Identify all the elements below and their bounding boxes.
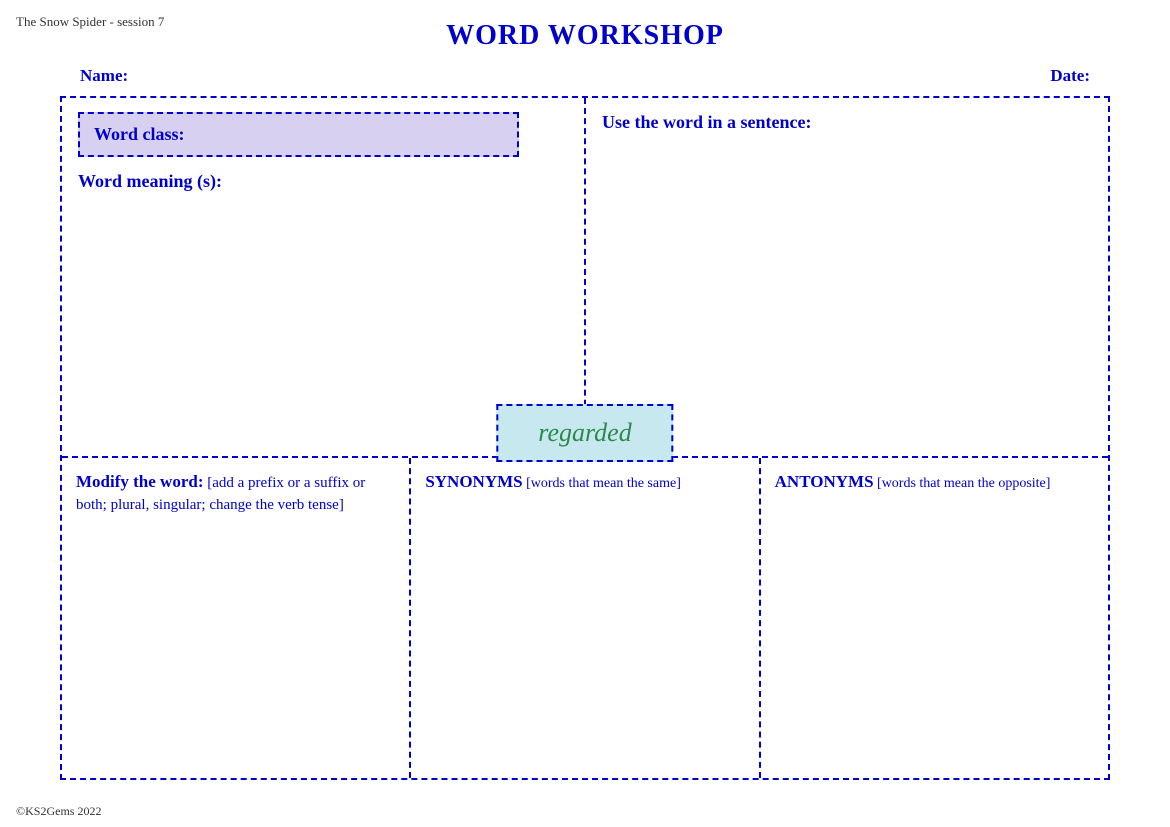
top-left-panel: Word class: Word meaning (s): <box>62 98 586 456</box>
page-title: WORD WORKSHOP <box>40 10 1130 58</box>
date-label: Date: <box>1050 66 1090 86</box>
bottom-row: Modify the word: [add a prefix or a suff… <box>62 458 1108 778</box>
name-label: Name: <box>80 66 128 86</box>
modify-label: Modify the word: [add a prefix or a suff… <box>76 470 395 517</box>
synonyms-label: SYNONYMS [words that mean the same] <box>425 470 744 494</box>
synonyms-panel: SYNONYMS [words that mean the same] <box>411 458 760 778</box>
top-right-panel: Use the word in a sentence: <box>586 98 1108 456</box>
session-label: The Snow Spider - session 7 <box>16 14 164 30</box>
synonyms-bold: SYNONYMS <box>425 472 522 491</box>
modify-bold: Modify the word: <box>76 472 203 491</box>
center-word-box: regarded <box>496 404 673 462</box>
antonyms-description: [words that mean the opposite] <box>874 476 1051 491</box>
main-grid: Word class: Word meaning (s): Use the wo… <box>60 96 1110 780</box>
word-class-box: Word class: <box>78 112 519 157</box>
antonyms-label: ANTONYMS [words that mean the opposite] <box>775 470 1094 494</box>
footer-copyright: ©KS2Gems 2022 <box>16 804 101 819</box>
synonyms-description: [words that mean the same] <box>523 476 681 491</box>
word-class-label: Word class: <box>94 124 185 144</box>
antonyms-panel: ANTONYMS [words that mean the opposite] <box>761 458 1108 778</box>
use-sentence-label: Use the word in a sentence: <box>602 112 1092 133</box>
modify-panel: Modify the word: [add a prefix or a suff… <box>62 458 411 778</box>
antonyms-bold: ANTONYMS <box>775 472 874 491</box>
word-meaning-label: Word meaning (s): <box>78 171 568 192</box>
